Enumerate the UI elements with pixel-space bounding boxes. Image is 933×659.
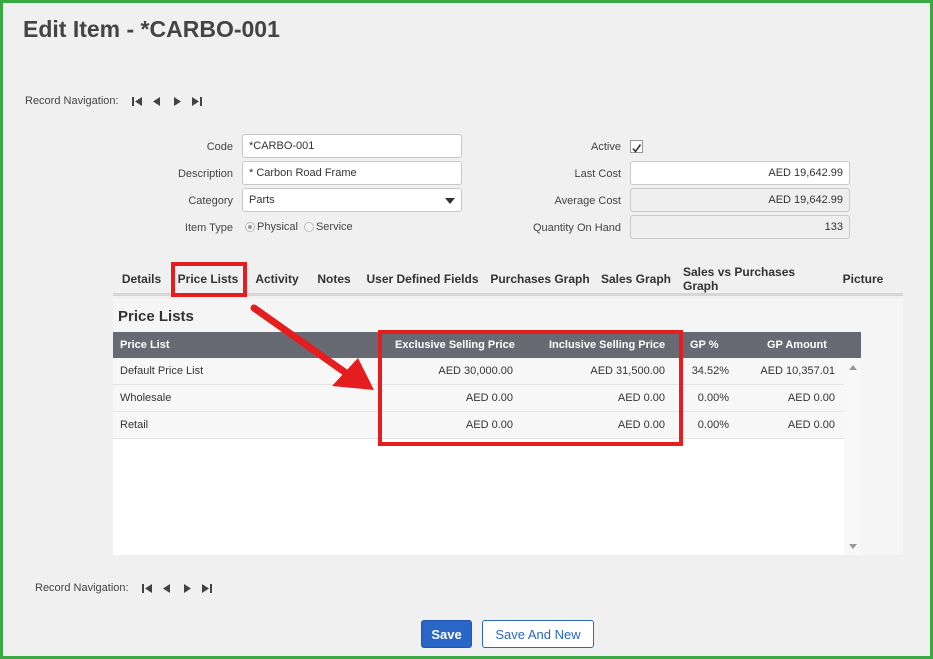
tab-user-defined-fields[interactable]: User Defined Fields <box>364 262 481 296</box>
next-record-icon[interactable] <box>177 581 197 595</box>
cell-gp-percent: 34.52% <box>691 365 729 377</box>
cell-gp-amount: AED 10,357.01 <box>760 365 835 377</box>
record-navigation-bottom: Record Navigation: <box>35 581 217 595</box>
page-title: Edit Item - *CARBO-001 <box>23 16 280 42</box>
tab-details[interactable]: Details <box>113 262 170 296</box>
average-cost-label: Average Cost <box>554 195 621 207</box>
service-radio-label: Service <box>315 221 353 233</box>
code-label: Code <box>206 141 233 153</box>
record-navigation-label: Record Navigation: <box>25 95 119 107</box>
first-record-icon[interactable] <box>137 581 157 595</box>
physical-radio[interactable] <box>245 222 255 232</box>
category-label: Category <box>188 195 233 207</box>
quantity-on-hand-label: Quantity On Hand <box>532 222 621 234</box>
cell-gp-amount: AED 0.00 <box>787 419 835 431</box>
highlight-box-selling-prices <box>378 330 683 446</box>
record-navigation-label: Record Navigation: <box>35 582 129 594</box>
cell-gp-amount: AED 0.00 <box>787 392 835 404</box>
column-header-price-list[interactable]: Price List <box>120 332 170 358</box>
next-record-icon[interactable] <box>167 94 187 108</box>
grid-scrollbar[interactable] <box>844 358 861 555</box>
tab-purchases-graph[interactable]: Purchases Graph <box>490 262 590 296</box>
previous-record-icon[interactable] <box>157 581 177 595</box>
cell-gp-percent: 0.00% <box>697 419 729 431</box>
last-cost-label: Last Cost <box>574 168 621 180</box>
description-field[interactable]: * Carbon Road Frame <box>242 161 462 185</box>
description-label: Description <box>177 168 233 180</box>
item-type-label: Item Type <box>184 222 233 234</box>
first-record-icon[interactable] <box>127 94 147 108</box>
tab-activity[interactable]: Activity <box>249 262 305 296</box>
category-select[interactable]: Parts <box>242 188 462 212</box>
scroll-up-icon[interactable] <box>849 365 857 370</box>
physical-radio-label: Physical <box>257 221 298 233</box>
price-lists-section-title: Price Lists <box>118 308 194 325</box>
category-value: Parts <box>249 194 275 206</box>
cell-price-list: Retail <box>120 419 149 431</box>
service-radio[interactable] <box>303 222 314 232</box>
last-cost-field[interactable]: AED 19,642.99 <box>630 161 850 185</box>
highlight-box-price-lists-tab <box>171 262 247 297</box>
record-navigation-top: Record Navigation: <box>25 94 207 108</box>
save-and-new-button[interactable]: Save And New <box>482 620 594 648</box>
active-checkbox[interactable] <box>630 140 643 153</box>
previous-record-icon[interactable] <box>147 94 167 108</box>
chevron-down-icon <box>445 198 455 204</box>
save-button[interactable]: Save <box>421 620 472 648</box>
quantity-on-hand-field: 133 <box>630 215 850 239</box>
tab-notes[interactable]: Notes <box>312 262 356 296</box>
scroll-down-icon[interactable] <box>849 544 857 549</box>
code-field[interactable]: *CARBO-001 <box>242 134 462 158</box>
column-header-gp-percent[interactable]: GP % <box>690 332 719 358</box>
tab-sales-vs-purchases-graph[interactable]: Sales vs Purchases Graph <box>683 262 829 296</box>
last-record-icon[interactable] <box>197 581 217 595</box>
last-record-icon[interactable] <box>187 94 207 108</box>
active-label: Active <box>591 141 621 153</box>
column-header-gp-amount[interactable]: GP Amount <box>767 332 827 358</box>
tab-picture[interactable]: Picture <box>838 262 888 296</box>
item-type-radio-group: Physical Service <box>245 221 353 233</box>
annotation-arrow-icon <box>250 304 374 390</box>
cell-price-list: Wholesale <box>120 392 172 404</box>
cell-price-list: Default Price List <box>120 365 204 377</box>
tab-sales-graph[interactable]: Sales Graph <box>600 262 672 296</box>
checkmark-icon <box>632 144 642 153</box>
average-cost-field: AED 19,642.99 <box>630 188 850 212</box>
cell-gp-percent: 0.00% <box>697 392 729 404</box>
